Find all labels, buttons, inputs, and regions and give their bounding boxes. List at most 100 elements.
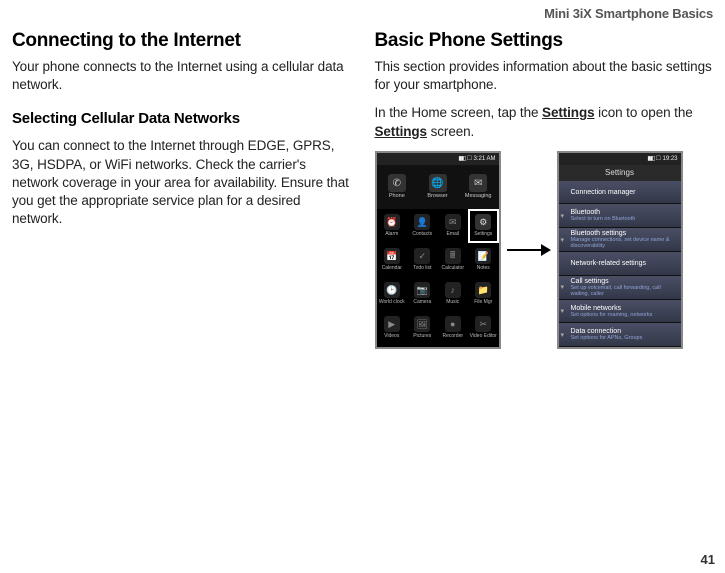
video-editor-icon: ✂: [475, 316, 491, 332]
clock-text: 19:23: [662, 156, 677, 162]
chapter-title: Mini 3iX Smartphone Basics: [544, 6, 713, 21]
file-mgr-icon: 📁: [475, 282, 491, 298]
battery-icon: [656, 155, 660, 162]
para-settings-intro: This section provides information about …: [375, 58, 714, 94]
content-columns: Connecting to the Internet Your phone co…: [12, 0, 713, 349]
settings-item[interactable]: Data connectionSet options for APNs, Gro…: [559, 323, 681, 347]
settings-keyword: Settings: [542, 105, 594, 120]
home-top-item[interactable]: 🌐Browser: [417, 174, 458, 199]
settings-item-title: Network-related settings: [571, 260, 677, 267]
right-column: Basic Phone Settings This section provid…: [375, 30, 714, 349]
app-label: Browser: [427, 193, 447, 199]
app-label: World clock: [379, 299, 405, 305]
settings-item[interactable]: Mobile networksSet options for roaming, …: [559, 300, 681, 324]
text-fragment: icon to open the: [595, 105, 693, 120]
app-cell[interactable]: 📅Calendar: [377, 243, 408, 277]
settings-item-subtitle: Select to turn on Bluetooth: [571, 216, 677, 222]
app-label: Messaging: [465, 193, 492, 199]
app-label: Phone: [389, 193, 405, 199]
app-label: Camera: [413, 299, 431, 305]
arrow-icon: [507, 242, 551, 258]
heading-connecting: Connecting to the Internet: [12, 30, 351, 52]
contacts-icon: 👤: [414, 214, 430, 230]
settings-title-bar: Settings: [559, 165, 681, 181]
app-label: Contacts: [412, 231, 432, 237]
settings-item-title: Mobile networks: [571, 305, 677, 312]
status-bar: 3:21 AM: [377, 153, 499, 165]
calendar-icon: 📅: [384, 248, 400, 264]
home-top-item[interactable]: ✆Phone: [377, 174, 418, 199]
app-label: Settings: [474, 231, 492, 237]
settings-keyword: Settings: [375, 124, 427, 139]
settings-item[interactable]: Network-related settings: [559, 252, 681, 276]
app-label: Alarm: [385, 231, 398, 237]
phone-icon: ✆: [388, 174, 406, 192]
notes-icon: 📝: [475, 248, 491, 264]
settings-item-title: Bluetooth settings: [571, 230, 677, 237]
para-settings-instruction: In the Home screen, tap the Settings ico…: [375, 104, 714, 140]
settings-item[interactable]: Bluetooth settingsManage connections, se…: [559, 228, 681, 252]
alarm-icon: ⏰: [384, 214, 400, 230]
app-cell[interactable]: ♪Music: [438, 277, 469, 311]
app-cell[interactable]: 🖩Calculator: [438, 243, 469, 277]
recorder-icon: ●: [445, 316, 461, 332]
settings-item-title: Bluetooth: [571, 209, 677, 216]
settings-item-subtitle: Manage connections, set device name & di…: [571, 237, 677, 249]
app-cell[interactable]: ✉Email: [438, 209, 469, 243]
app-cell[interactable]: 📷Camera: [407, 277, 438, 311]
calculator-icon: 🖩: [445, 248, 461, 264]
app-label: File Mgr: [474, 299, 492, 305]
music-icon: ♪: [445, 282, 461, 298]
battery-icon: [467, 155, 471, 162]
app-label: Email: [446, 231, 459, 237]
settings-item-subtitle: Set options for APNs, Groups: [571, 335, 677, 341]
app-label: Notes: [477, 265, 490, 271]
text-fragment: In the Home screen, tap the: [375, 105, 543, 120]
app-label: Calculator: [441, 265, 464, 271]
settings-item-title: Connection manager: [571, 189, 677, 196]
pictures-icon: 🖼: [414, 316, 430, 332]
app-cell[interactable]: ⏰Alarm: [377, 209, 408, 243]
app-label: Pictures: [413, 333, 431, 339]
settings-item[interactable]: BluetoothSelect to turn on Bluetooth: [559, 204, 681, 228]
left-column: Connecting to the Internet Your phone co…: [12, 30, 351, 349]
app-label: Videos: [384, 333, 399, 339]
app-cell[interactable]: 👤Contacts: [407, 209, 438, 243]
home-top-row: ✆Phone🌐Browser✉Messaging: [377, 165, 499, 209]
app-cell[interactable]: 🕑World clock: [377, 277, 408, 311]
page-number: 41: [701, 552, 715, 567]
messaging-icon: ✉: [469, 174, 487, 192]
settings-item-title: Data connection: [571, 328, 677, 335]
settings-icon: ⚙: [475, 214, 491, 230]
home-top-item[interactable]: ✉Messaging: [458, 174, 499, 199]
app-label: Video Editor: [470, 333, 497, 339]
app-cell[interactable]: 📝Notes: [468, 243, 499, 277]
camera-icon: 📷: [414, 282, 430, 298]
settings-app-icon-highlighted[interactable]: ⚙Settings: [468, 209, 499, 243]
browser-icon: 🌐: [429, 174, 447, 192]
app-cell[interactable]: ✂Video Editor: [468, 311, 499, 345]
world-clock-icon: 🕑: [384, 282, 400, 298]
figure-row: 3:21 AM ✆Phone🌐Browser✉Messaging ⏰Alarm👤…: [375, 151, 714, 349]
settings-screen-mock: 19:23 Settings Connection manager Bluetoo…: [557, 151, 683, 349]
app-cell[interactable]: ●Recorder: [438, 311, 469, 345]
signal-icon: [458, 155, 465, 162]
app-cell[interactable]: ✓Todo list: [407, 243, 438, 277]
settings-item-title: Call settings: [571, 278, 677, 285]
app-label: Music: [446, 299, 459, 305]
app-cell[interactable]: 📁File Mgr: [468, 277, 499, 311]
app-label: Recorder: [442, 333, 463, 339]
settings-item[interactable]: Call settingsSet up voicemail, call forw…: [559, 276, 681, 300]
app-cell[interactable]: ▶Videos: [377, 311, 408, 345]
para-connecting-intro: Your phone connects to the Internet usin…: [12, 58, 351, 94]
para-cellular-networks: You can connect to the Internet through …: [12, 137, 351, 228]
heading-cellular-networks: Selecting Cellular Data Networks: [12, 110, 351, 127]
app-cell[interactable]: 🖼Pictures: [407, 311, 438, 345]
text-fragment: screen.: [427, 124, 474, 139]
status-bar: 19:23: [559, 153, 681, 165]
settings-item[interactable]: Connection manager: [559, 181, 681, 205]
settings-list: Connection manager BluetoothSelect to tur…: [559, 181, 681, 347]
clock-text: 3:21 AM: [473, 156, 495, 162]
heading-phone-settings: Basic Phone Settings: [375, 30, 714, 52]
email-icon: ✉: [445, 214, 461, 230]
